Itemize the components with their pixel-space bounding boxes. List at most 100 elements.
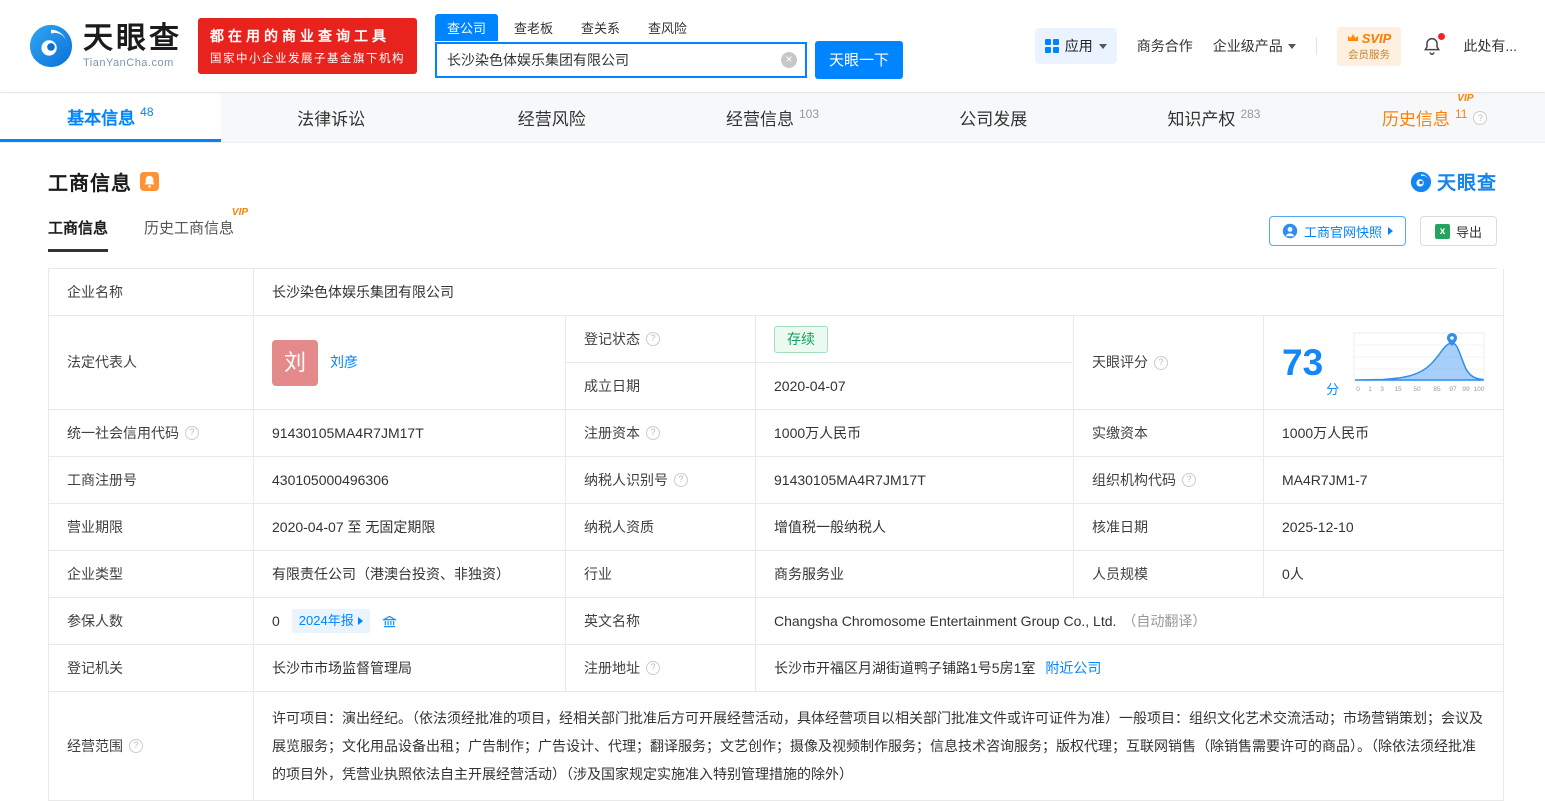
vip-tag: VIP — [1457, 93, 1474, 104]
search-tabs: 查公司 查老板 查关系 查风险 — [435, 13, 903, 41]
auto-translate-note: （自动翻译） — [1122, 612, 1207, 629]
business-info-table: 企业名称 长沙染色体娱乐集团有限公司 法定代表人 刘 刘彦 登记状态 存续 天眼… — [48, 268, 1505, 801]
field-label-established-date: 成立日期 — [566, 363, 756, 410]
tab-business-info[interactable]: 经营信息 103 — [662, 93, 883, 142]
chart-tick-label: 50 — [1414, 386, 1422, 393]
tab-intellectual-property[interactable]: 知识产权 283 — [1104, 93, 1325, 142]
tab-operational-risk[interactable]: 经营风险 — [441, 93, 662, 142]
brand-domain: TianYanCha.com — [83, 56, 174, 69]
search-button[interactable]: 天眼一下 — [815, 40, 903, 79]
field-value-english-name: Changsha Chromosome Entertainment Group … — [756, 598, 1505, 645]
legal-rep-avatar[interactable]: 刘 — [272, 339, 318, 386]
subtab-label: 工商信息 — [48, 220, 109, 237]
brand-name: 天眼查 — [83, 21, 182, 55]
promo-banner: 都在用的商业查询工具 国家中小企业发展子基金旗下机构 — [198, 18, 417, 74]
help-icon[interactable] — [129, 739, 143, 753]
nearby-companies-link[interactable]: 附近公司 — [1045, 658, 1101, 679]
help-icon[interactable] — [674, 473, 688, 487]
top-header: 天眼查 TianYanCha.com 都在用的商业查询工具 国家中小企业发展子基… — [0, 0, 1545, 92]
tianyancha-logo[interactable]: 天眼查 TianYanCha.com — [28, 23, 182, 69]
help-icon[interactable] — [1154, 355, 1168, 370]
business-cooperation-label: 商务合作 — [1136, 38, 1193, 54]
chart-tick-label: 97 — [1450, 386, 1458, 393]
annual-report-link[interactable]: 2024年报 — [291, 609, 370, 633]
business-cooperation-link[interactable]: 商务合作 — [1137, 36, 1193, 56]
divider — [1315, 37, 1317, 55]
help-icon[interactable] — [646, 332, 660, 346]
field-label-org-code: 组织机构代码 — [1074, 457, 1264, 504]
promo-line-1: 都在用的商业查询工具 — [210, 28, 390, 44]
field-label-business-scope: 经营范围 — [49, 692, 254, 801]
section-nav: 基本信息 48 法律诉讼 经营风险 经营信息 103 公司发展 知识产权 283… — [0, 92, 1545, 143]
export-button[interactable]: 导出 — [1419, 216, 1497, 246]
field-label-legal-representative: 法定代表人 — [49, 316, 254, 410]
search-area: 查公司 查老板 查关系 查风险 天眼一下 — [435, 13, 903, 79]
chevron-down-icon — [1098, 43, 1107, 49]
tab-label: 历史信息 — [1381, 110, 1450, 129]
notification-bell[interactable] — [1421, 33, 1446, 57]
search-tab-boss[interactable]: 查老板 — [502, 14, 565, 41]
field-label-registration-number: 工商注册号 — [49, 457, 254, 504]
tab-legal-proceedings[interactable]: 法律诉讼 — [221, 93, 442, 142]
help-icon[interactable] — [646, 661, 660, 675]
tab-label: 知识产权 — [1167, 110, 1236, 129]
tianyancha-mini-logo-icon — [1410, 171, 1432, 192]
header-menu: 应用 商务合作 企业级产品 SVIP 会员服务 此处有... — [1034, 26, 1517, 66]
arrow-right-icon — [357, 617, 363, 625]
field-value-org-code: MA4R7JM1-7 — [1264, 457, 1505, 504]
field-label-approval-date: 核准日期 — [1074, 504, 1264, 551]
field-value-insured-count: 0 2024年报 — [254, 598, 566, 645]
arrow-right-icon — [1387, 227, 1393, 235]
enterprise-products-link[interactable]: 企业级产品 — [1213, 36, 1296, 56]
section-title: 工商信息 — [48, 173, 132, 195]
chevron-down-icon — [1287, 43, 1296, 49]
field-label-staff-size: 人员规模 — [1074, 551, 1264, 598]
field-label-english-name: 英文名称 — [566, 598, 756, 645]
field-value-taxpayer-id: 91430105MA4R7JM17T — [756, 457, 1074, 504]
subtab-business-registration[interactable]: 工商信息 — [48, 217, 109, 252]
field-value-staff-size: 0人 — [1264, 551, 1505, 598]
svip-badge[interactable]: SVIP 会员服务 — [1336, 26, 1402, 66]
field-value-credit-code: 91430105MA4R7JM17T — [254, 410, 566, 457]
official-snapshot-button[interactable]: 工商官网快照 — [1268, 216, 1406, 246]
search-tab-risk[interactable]: 查风险 — [636, 14, 699, 41]
search-tab-company[interactable]: 查公司 — [435, 13, 499, 41]
tab-history-info[interactable]: VIP 历史信息 11 — [1324, 93, 1545, 142]
apps-button[interactable]: 应用 — [1034, 28, 1117, 64]
search-box[interactable] — [435, 41, 807, 78]
score-value: 73 — [1282, 342, 1324, 383]
chart-tick-label: 15 — [1395, 386, 1403, 393]
field-label-tianyan-score: 天眼评分 — [1074, 316, 1264, 410]
subtab-row: 工商信息 VIP 历史工商信息 工商官网快照 导出 — [0, 196, 1545, 252]
subtab-label: 历史工商信息 — [144, 220, 235, 237]
legal-rep-link[interactable]: 刘彦 — [330, 352, 358, 373]
account-name[interactable]: 此处有... — [1463, 36, 1517, 56]
subtab-history-business-registration[interactable]: VIP 历史工商信息 — [144, 207, 248, 252]
field-value-registered-capital: 1000万人民币 — [756, 410, 1074, 457]
tab-count: 48 — [140, 105, 154, 119]
promo-line-2: 国家中小企业发展子基金旗下机构 — [210, 53, 405, 65]
subscribe-bell-icon[interactable] — [140, 172, 159, 191]
score-unit: 分 — [1326, 381, 1340, 397]
search-tab-relation[interactable]: 查关系 — [569, 14, 632, 41]
help-icon[interactable] — [1473, 110, 1488, 125]
help-icon[interactable] — [1182, 473, 1196, 487]
tab-label: 基本信息 — [67, 108, 136, 128]
person-icon — [1282, 223, 1298, 239]
chart-tick-label: 100 — [1474, 386, 1485, 393]
chart-tick-label: 0 — [1356, 386, 1360, 393]
field-value-taxpayer-quality: 增值税一般纳税人 — [756, 504, 1074, 551]
chart-tick-label: 1 — [1368, 386, 1372, 393]
search-input[interactable] — [447, 51, 781, 68]
bank-icon[interactable] — [381, 614, 397, 629]
tab-company-development[interactable]: 公司发展 — [883, 93, 1104, 142]
field-label-taxpayer-id: 纳税人识别号 — [566, 457, 756, 504]
field-label-credit-code: 统一社会信用代码 — [49, 410, 254, 457]
excel-icon — [1434, 223, 1450, 239]
clear-icon[interactable] — [781, 51, 797, 68]
help-icon[interactable] — [185, 426, 199, 440]
help-icon[interactable] — [646, 426, 660, 440]
snapshot-label: 工商官网快照 — [1303, 224, 1382, 240]
field-label-business-term: 营业期限 — [49, 504, 254, 551]
tab-basic-info[interactable]: 基本信息 48 — [0, 93, 221, 142]
